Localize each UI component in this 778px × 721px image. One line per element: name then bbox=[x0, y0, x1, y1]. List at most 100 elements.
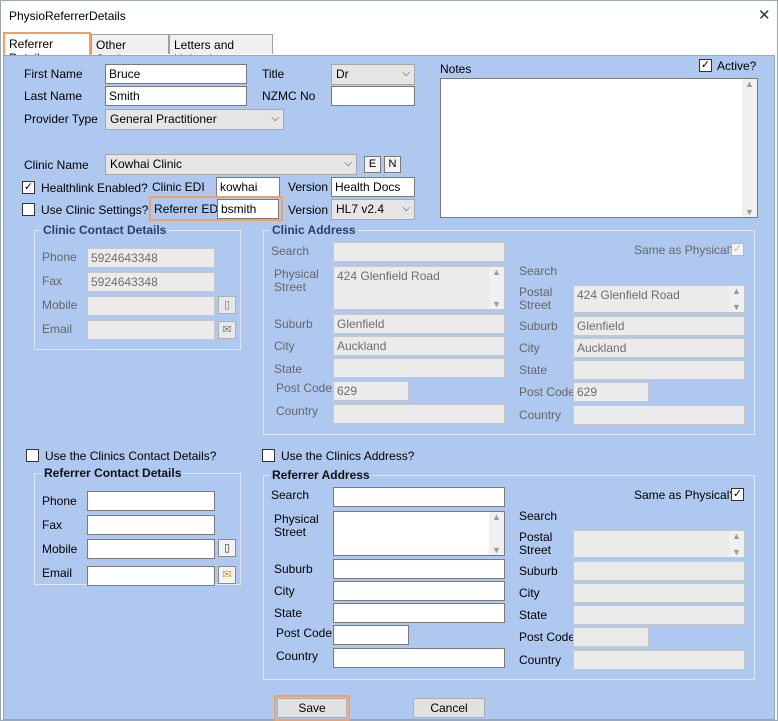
clinic-physical-street-textarea[interactable]: 424 Glenfield Road ▲ ▼ bbox=[333, 266, 505, 310]
referrer-physical-street-textarea[interactable]: ▲ ▼ bbox=[333, 511, 505, 556]
cancel-button[interactable]: Cancel bbox=[413, 698, 485, 718]
clinic-fax-label: Fax bbox=[42, 274, 63, 288]
nzmc-input[interactable] bbox=[331, 86, 415, 106]
referrer-suburb-input[interactable] bbox=[333, 559, 505, 579]
clinic-search-input[interactable] bbox=[333, 242, 505, 262]
clinic-postal-label-1: Postal bbox=[519, 285, 553, 299]
referrer-version-select[interactable]: HL7 v2.4 ⌵ bbox=[331, 199, 415, 220]
scroll-down-icon[interactable]: ▼ bbox=[732, 547, 741, 557]
tab-referrer-details[interactable]: Referrer Details bbox=[3, 32, 91, 65]
referrer-postal-country-label: Country bbox=[519, 653, 562, 667]
clinic-postcode-label: Post Code bbox=[276, 381, 333, 395]
phone-icon[interactable]: ▯ bbox=[218, 296, 236, 314]
scroll-down-icon[interactable]: ▼ bbox=[492, 545, 501, 555]
referrer-country-label: Country bbox=[276, 649, 319, 663]
clinic-mobile-input[interactable] bbox=[87, 296, 215, 316]
title-select[interactable]: Dr ⌵ bbox=[331, 64, 415, 85]
edit-clinic-button[interactable]: E bbox=[364, 156, 381, 173]
tab-letters-and-uploads[interactable]: Letters and Uploads bbox=[169, 34, 273, 66]
referrer-edi-input[interactable]: bsmith bbox=[217, 199, 279, 219]
scroll-up-icon[interactable]: ▲ bbox=[732, 531, 741, 541]
clinic-physical-scrollbar[interactable]: ▲ ▼ bbox=[489, 267, 504, 309]
save-button[interactable]: Save bbox=[277, 698, 347, 718]
clinic-postal-street-textarea[interactable]: 424 Glenfield Road ▲ ▼ bbox=[573, 285, 745, 313]
referrer-same-as-physical-checkbox[interactable]: ✓ bbox=[731, 488, 744, 501]
title-label: Title bbox=[262, 67, 285, 81]
clinic-postcode-input[interactable]: 629 bbox=[333, 381, 409, 401]
scroll-down-icon[interactable]: ▼ bbox=[745, 207, 754, 217]
clinic-name-select[interactable]: Kowhai Clinic ⌵ bbox=[105, 154, 357, 175]
use-clinic-settings-checkbox[interactable] bbox=[22, 203, 35, 216]
close-icon[interactable]: ✕ bbox=[758, 6, 771, 24]
referrer-email-input[interactable] bbox=[87, 566, 215, 586]
email-icon[interactable]: ✉ bbox=[218, 566, 236, 584]
clinic-country-input[interactable] bbox=[333, 404, 505, 424]
title-value: Dr bbox=[336, 67, 349, 81]
active-checkbox[interactable]: ✓ bbox=[699, 59, 712, 72]
clinic-postal-country-input[interactable] bbox=[573, 405, 745, 425]
nzmc-label: NZMC No bbox=[262, 89, 316, 103]
referrer-postal-street-textarea[interactable]: ▲ ▼ bbox=[573, 530, 745, 558]
referrer-state-input[interactable] bbox=[333, 603, 505, 623]
scroll-down-icon[interactable]: ▼ bbox=[732, 302, 741, 312]
clinic-postal-postcode-input[interactable]: 629 bbox=[573, 382, 649, 402]
version-label: Version bbox=[288, 180, 329, 194]
referrer-postal-scrollbar[interactable]: ▲ ▼ bbox=[729, 531, 744, 557]
scroll-up-icon[interactable]: ▲ bbox=[492, 267, 501, 277]
clinic-physical-street-value: 424 Glenfield Road bbox=[337, 269, 440, 283]
scroll-up-icon[interactable]: ▲ bbox=[492, 512, 501, 522]
last-name-input[interactable]: Smith bbox=[105, 86, 247, 106]
clinic-same-as-physical-checkbox[interactable]: ✓ bbox=[731, 243, 744, 256]
scroll-down-icon[interactable]: ▼ bbox=[492, 299, 501, 309]
phone-icon[interactable]: ▯ bbox=[218, 539, 236, 557]
referrer-postal-postcode-label: Post Code bbox=[519, 630, 576, 644]
notes-scrollbar[interactable]: ▲ ▼ bbox=[742, 79, 757, 217]
referrer-postal-city-input[interactable] bbox=[573, 583, 745, 603]
clinic-postal-city-input[interactable]: Auckland bbox=[573, 338, 745, 358]
clinic-postal-scrollbar[interactable]: ▲ ▼ bbox=[729, 286, 744, 312]
clinic-postal-suburb-input[interactable]: Glenfield bbox=[573, 316, 745, 336]
clinic-edi-label: Clinic EDI bbox=[152, 180, 205, 194]
referrer-postal-postcode-input[interactable] bbox=[573, 627, 649, 647]
referrer-physical-label-2: Street bbox=[274, 525, 307, 539]
scroll-up-icon[interactable]: ▲ bbox=[732, 286, 741, 296]
clinic-phone-input[interactable]: 5924643348 bbox=[87, 248, 215, 268]
active-label: Active? bbox=[717, 59, 757, 73]
clinic-edi-input[interactable]: kowhai bbox=[216, 177, 280, 197]
referrer-mobile-input[interactable] bbox=[87, 539, 215, 559]
use-clinic-settings-label: Use Clinic Settings? bbox=[41, 203, 149, 217]
first-name-input[interactable]: Bruce bbox=[105, 64, 247, 84]
referrer-search-label: Search bbox=[271, 488, 310, 502]
tab-other-settings[interactable]: Other Settings bbox=[91, 34, 169, 66]
referrer-search-input[interactable] bbox=[333, 487, 505, 507]
provider-type-select[interactable]: General Practitioner ⌵ bbox=[105, 109, 284, 130]
clinic-postal-state-input[interactable] bbox=[573, 360, 745, 380]
referrer-postal-country-input[interactable] bbox=[573, 650, 745, 670]
provider-type-label: Provider Type bbox=[24, 112, 98, 126]
clinic-postal-city-label: City bbox=[519, 341, 540, 355]
referrer-fax-input[interactable] bbox=[87, 515, 215, 535]
clinic-fax-input[interactable]: 5924643348 bbox=[87, 272, 215, 292]
clinic-city-input[interactable]: Auckland bbox=[333, 336, 505, 356]
clinic-email-input[interactable] bbox=[87, 320, 215, 340]
referrer-physical-scrollbar[interactable]: ▲ ▼ bbox=[489, 512, 504, 555]
scroll-up-icon[interactable]: ▲ bbox=[745, 79, 754, 89]
referrer-postcode-input[interactable] bbox=[333, 625, 409, 645]
healthlink-checkbox[interactable]: ✓ bbox=[22, 181, 35, 194]
notes-textarea[interactable]: ▲ ▼ bbox=[440, 78, 758, 218]
window-title: PhysioReferrerDetails bbox=[9, 9, 126, 23]
clinic-suburb-input[interactable]: Glenfield bbox=[333, 314, 505, 334]
clinic-search-label: Search bbox=[271, 244, 310, 258]
email-icon[interactable]: ✉ bbox=[218, 321, 236, 339]
clinic-same-as-physical-label: Same as Physical? bbox=[634, 243, 737, 257]
referrer-postal-state-input[interactable] bbox=[573, 605, 745, 625]
referrer-city-input[interactable] bbox=[333, 581, 505, 601]
referrer-country-input[interactable] bbox=[333, 648, 505, 668]
referrer-postal-suburb-input[interactable] bbox=[573, 561, 745, 581]
use-clinic-contact-checkbox[interactable] bbox=[26, 449, 39, 462]
clinic-state-input[interactable] bbox=[333, 358, 505, 378]
use-clinic-address-checkbox[interactable] bbox=[262, 449, 275, 462]
new-clinic-button[interactable]: N bbox=[384, 156, 401, 173]
referrer-phone-input[interactable] bbox=[87, 491, 215, 511]
clinic-version-input[interactable]: Health Docs bbox=[331, 177, 415, 197]
